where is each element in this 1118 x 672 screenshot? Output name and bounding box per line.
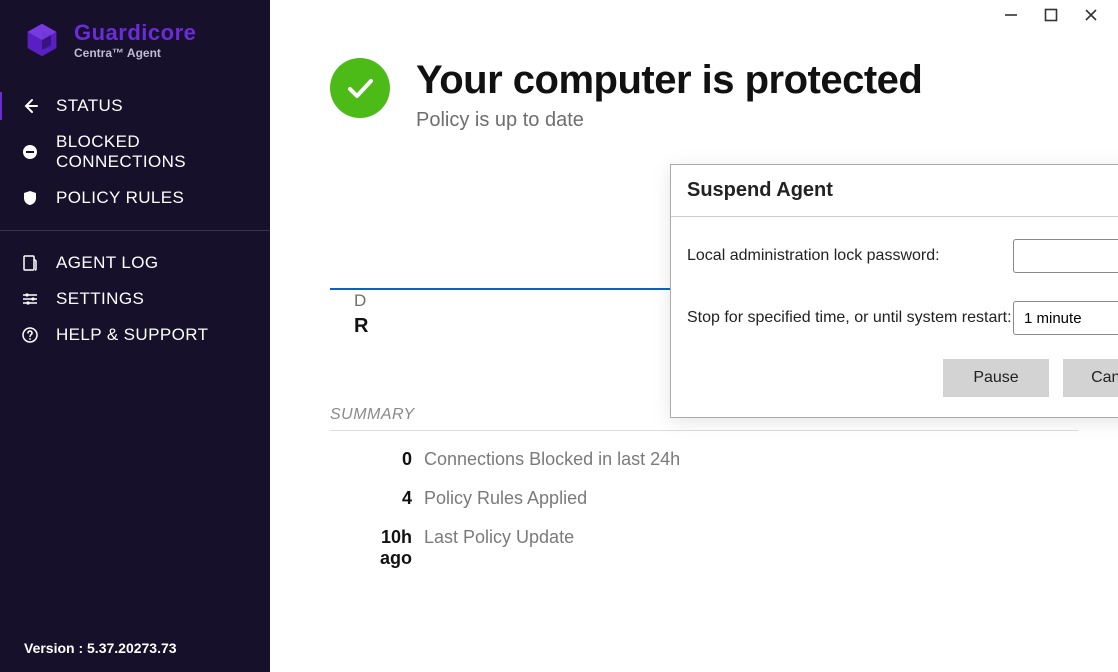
summary-count: 4 (348, 488, 424, 509)
modal-body: Local administration lock password: Stop… (671, 217, 1118, 351)
brand-text: Guardicore Centra™ Agent (74, 20, 196, 60)
password-label: Local administration lock password: (687, 247, 1013, 265)
sidebar-item-label: SETTINGS (56, 289, 144, 309)
brand-logo-icon (24, 22, 60, 58)
settings-icon (20, 289, 40, 309)
summary-label: Connections Blocked in last 24h (424, 449, 680, 470)
arrow-left-icon (20, 96, 40, 116)
sidebar-nav-secondary: AGENT LOG SETTINGS HELP & SUPPORT (0, 245, 270, 353)
duration-select-wrap: 1 minute (1013, 301, 1118, 335)
summary-row-policy: 4 Policy Rules Applied (330, 488, 1078, 509)
status-title: Your computer is protected (416, 58, 922, 103)
window-controls (1002, 6, 1100, 24)
shield-icon (20, 188, 40, 208)
summary-row-blocked: 0 Connections Blocked in last 24h (330, 449, 1078, 470)
cancel-button[interactable]: Cancel (1063, 359, 1118, 397)
sidebar-item-label: BLOCKED CONNECTIONS (56, 132, 252, 172)
brand-name: Guardicore (74, 20, 196, 46)
sidebar-item-label: POLICY RULES (56, 188, 184, 208)
sidebar-item-policy-rules[interactable]: POLICY RULES (0, 180, 270, 216)
window-maximize-button[interactable] (1042, 6, 1060, 24)
modal-row-password: Local administration lock password: (687, 239, 1118, 273)
card-status-peek: R (354, 315, 370, 338)
sidebar-item-blocked-connections[interactable]: BLOCKED CONNECTIONS (0, 124, 270, 180)
duration-label: Stop for specified time, or until system… (687, 309, 1013, 327)
duration-select[interactable]: 1 minute (1013, 301, 1118, 335)
summary-row-last-update: 10h ago Last Policy Update (330, 527, 1078, 569)
sidebar-item-help-support[interactable]: HELP & SUPPORT (0, 317, 270, 353)
version-text: Version : 5.37.20273.73 (24, 640, 177, 656)
summary-section: SUMMARY 0 Connections Blocked in last 24… (330, 406, 1078, 569)
summary-label: Policy Rules Applied (424, 488, 587, 509)
summary-count: 10h ago (348, 527, 424, 569)
sidebar-divider (0, 230, 270, 231)
summary-label: Last Policy Update (424, 527, 574, 548)
sidebar-item-label: STATUS (56, 96, 123, 116)
sidebar-item-status[interactable]: STATUS (0, 88, 270, 124)
modal-row-duration: Stop for specified time, or until system… (687, 301, 1118, 335)
sidebar-item-settings[interactable]: SETTINGS (0, 281, 270, 317)
help-icon (20, 325, 40, 345)
sidebar-item-agent-log[interactable]: AGENT LOG (0, 245, 270, 281)
sidebar-nav-primary: STATUS BLOCKED CONNECTIONS POLICY RULES (0, 88, 270, 216)
window-close-button[interactable] (1082, 6, 1100, 24)
pause-button[interactable]: Pause (943, 359, 1049, 397)
brand-subtitle: Centra™ Agent (74, 46, 196, 60)
status-header: Your computer is protected Policy is up … (270, 0, 1118, 132)
status-card-left-peek: D R (330, 175, 370, 338)
sidebar: Guardicore Centra™ Agent STATUS BLOCKED … (0, 0, 270, 672)
status-subtitle: Policy is up to date (416, 109, 922, 132)
sidebar-item-label: AGENT LOG (56, 253, 158, 273)
suspend-agent-modal: Suspend Agent Local administration lock … (670, 164, 1118, 418)
blocked-icon (20, 142, 40, 162)
main-area: Your computer is protected Policy is up … (270, 0, 1118, 672)
card-label-peek: D (354, 291, 370, 311)
summary-count: 0 (348, 449, 424, 470)
app-window: Guardicore Centra™ Agent STATUS BLOCKED … (0, 0, 1118, 672)
password-input[interactable] (1013, 239, 1118, 273)
sidebar-item-label: HELP & SUPPORT (56, 325, 208, 345)
status-check-icon (330, 58, 390, 118)
brand-row: Guardicore Centra™ Agent (0, 0, 270, 70)
window-minimize-button[interactable] (1002, 6, 1020, 24)
modal-title: Suspend Agent (671, 165, 1118, 217)
log-icon (20, 253, 40, 273)
modal-actions: Pause Cancel (671, 351, 1118, 417)
